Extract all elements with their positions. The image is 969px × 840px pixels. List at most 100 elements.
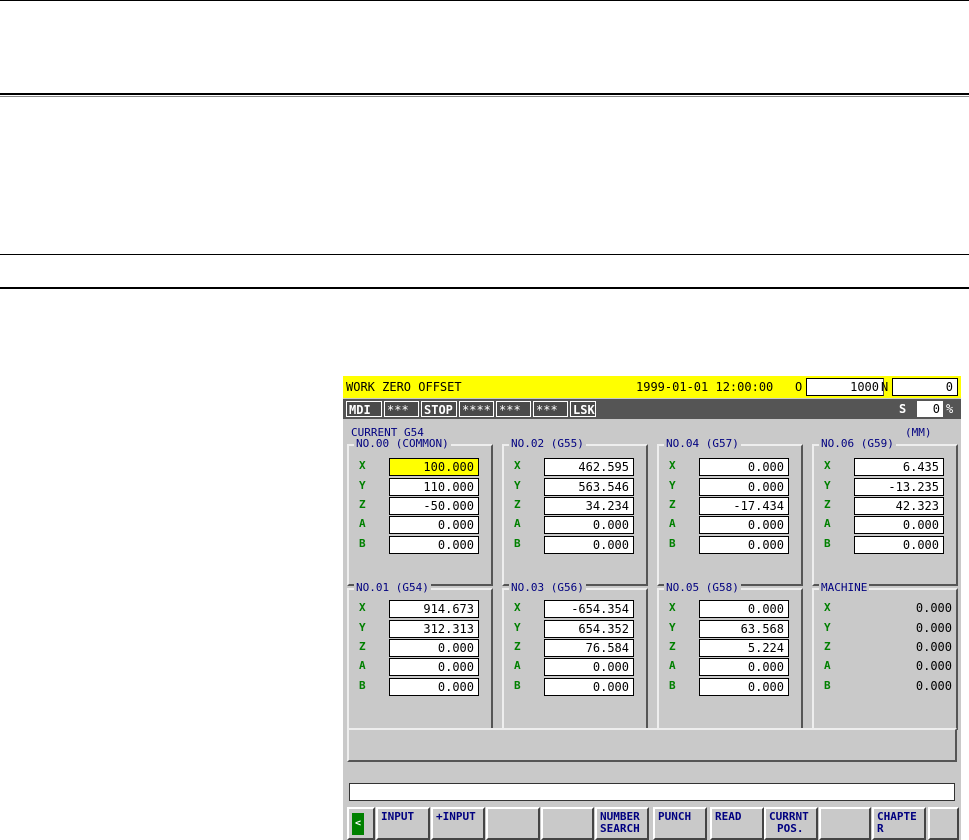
axis-label: X (359, 459, 366, 472)
offset-row: B 0.000 (359, 678, 487, 696)
offset-value-input[interactable]: 34.234 (544, 497, 634, 515)
offset-row: A 0.000 (669, 658, 797, 676)
offset-value-input[interactable]: 100.000 (389, 458, 479, 476)
axis-label: Z (359, 498, 366, 511)
offset-value-input[interactable]: 312.313 (389, 620, 479, 638)
offset-value-input[interactable]: 110.000 (389, 478, 479, 496)
axis-label: Y (669, 621, 676, 634)
offset-value-input[interactable]: -17.434 (699, 497, 789, 515)
offset-panel-05: NO.05 (G58) X 0.000 Y 63.568 Z 5.224 A 0.000… (657, 581, 803, 730)
panel-title: NO.04 (G57) (664, 437, 741, 451)
axis-label: A (514, 659, 521, 672)
offset-row: B 0.000 (669, 536, 797, 554)
offset-value-input[interactable]: 0.000 (389, 516, 479, 534)
axis-label: A (669, 659, 676, 672)
axis-label: B (359, 537, 366, 550)
offset-value-input[interactable]: 563.546 (544, 478, 634, 496)
offset-value-input[interactable]: 0.000 (389, 678, 479, 696)
offset-value-input[interactable]: 0.000 (854, 516, 944, 534)
lsk-status: LSK (570, 401, 596, 417)
offset-value-input[interactable]: 0.000 (699, 600, 789, 618)
unit-label: (MM) (905, 426, 932, 439)
softkey-bar: < INPUT +INPUT NUMBER SEARCH PUNCH READ … (343, 807, 961, 840)
axis-label: B (669, 679, 676, 692)
offset-row: Z -17.434 (669, 497, 797, 515)
offset-value-input[interactable]: 0.000 (389, 639, 479, 657)
status-field-3: *** (496, 401, 531, 417)
offset-value-input[interactable]: 914.673 (389, 600, 479, 618)
offset-row: B 0.000 (824, 536, 952, 554)
offset-value-input[interactable]: 0.000 (699, 458, 789, 476)
axis-label: A (514, 517, 521, 530)
offset-panel-01: NO.01 (G54) X 914.673 Y 312.313 Z 0.000 A 0.… (347, 581, 493, 730)
program-o-label: O (795, 380, 803, 394)
machine-position-panel: MACHINE X 0.000 Y 0.000 Z 0.000 A 0.000 B 0.0… (812, 581, 958, 730)
offset-value-input[interactable]: 0.000 (699, 658, 789, 676)
spindle-percent-unit: % (946, 402, 954, 416)
softkey-chapter[interactable]: CHAPTE R (872, 807, 926, 840)
offset-value-input[interactable]: 63.568 (699, 620, 789, 638)
offset-value-input[interactable]: 0.000 (699, 678, 789, 696)
offset-row: X 100.000 (359, 458, 487, 476)
offset-value-input[interactable]: 5.224 (699, 639, 789, 657)
offset-row: Z 42.323 (824, 497, 952, 515)
frame-line-header-shadow (0, 96, 969, 97)
softkey-left-arrow[interactable]: < (347, 807, 375, 840)
offset-value-input[interactable]: 0.000 (544, 658, 634, 676)
offset-row: Y 654.352 (514, 620, 642, 638)
title-bar: WORK ZERO OFFSET 1999-01-01 12:00:00 O 1… (343, 376, 961, 398)
offset-value-input[interactable]: 6.435 (854, 458, 944, 476)
offset-row: Z 0.000 (359, 639, 487, 657)
machine-value: 0.000 (915, 679, 952, 693)
offset-value-input[interactable]: 0.000 (544, 516, 634, 534)
softkey-blank-9[interactable] (819, 807, 871, 840)
offset-value-input[interactable]: -13.235 (854, 478, 944, 496)
cnc-screen: WORK ZERO OFFSET 1999-01-01 12:00:00 O 1… (343, 376, 961, 840)
offset-value-input[interactable]: 76.584 (544, 639, 634, 657)
offset-value-input[interactable]: 0.000 (699, 478, 789, 496)
offset-row: Z 76.584 (514, 639, 642, 657)
offset-row: A 0.000 (514, 658, 642, 676)
axis-label: A (824, 659, 831, 672)
softkey-read[interactable]: READ (710, 807, 764, 840)
softkey-number-search[interactable]: NUMBER SEARCH (595, 807, 649, 840)
softkey-plus-input[interactable]: +INPUT (431, 807, 485, 840)
softkey-continue[interactable] (928, 807, 959, 840)
offset-value-input[interactable]: 0.000 (389, 536, 479, 554)
softkey-input[interactable]: INPUT (376, 807, 430, 840)
datetime: 1999-01-01 12:00:00 (636, 380, 774, 394)
key-input-line[interactable] (349, 783, 955, 801)
offset-value-input[interactable]: 0.000 (544, 536, 634, 554)
axis-label: B (824, 537, 831, 550)
offset-value-input[interactable]: 654.352 (544, 620, 634, 638)
sequence-n-number: 0 (892, 378, 958, 396)
offset-value-input[interactable]: 0.000 (544, 678, 634, 696)
sequence-n-label: N (881, 380, 889, 394)
offset-value-input[interactable]: 0.000 (699, 536, 789, 554)
frame-line-top (0, 0, 969, 1)
axis-label: Z (514, 498, 521, 511)
axis-label: B (514, 679, 521, 692)
offset-value-input[interactable]: 42.323 (854, 497, 944, 515)
offset-value-input[interactable]: 462.595 (544, 458, 634, 476)
softkey-punch[interactable]: PUNCH (653, 807, 707, 840)
program-o-number: 1000 (806, 378, 884, 396)
softkey-label-line2: SEARCH (600, 822, 640, 835)
offset-row: Y 563.546 (514, 478, 642, 496)
axis-label: A (359, 517, 366, 530)
softkey-blank-3[interactable] (486, 807, 540, 840)
offset-row: Y 63.568 (669, 620, 797, 638)
offset-row: B 0.000 (514, 536, 642, 554)
axis-label: Y (824, 479, 831, 492)
softkey-current-position[interactable]: CURRNT POS. (764, 807, 818, 840)
panel-title: NO.00 (COMMON) (354, 437, 451, 451)
softkey-blank-4[interactable] (541, 807, 594, 840)
offset-value-input[interactable]: 0.000 (854, 536, 944, 554)
offset-row: A 0.000 (359, 658, 487, 676)
offset-panel-06: NO.06 (G59) X 6.435 Y -13.235 Z 42.323 A 0.0… (812, 437, 958, 586)
offset-value-input[interactable]: 0.000 (389, 658, 479, 676)
offset-value-input[interactable]: 0.000 (699, 516, 789, 534)
offset-value-input[interactable]: -50.000 (389, 497, 479, 515)
offset-value-input[interactable]: -654.354 (544, 600, 634, 618)
axis-label: X (514, 459, 521, 472)
